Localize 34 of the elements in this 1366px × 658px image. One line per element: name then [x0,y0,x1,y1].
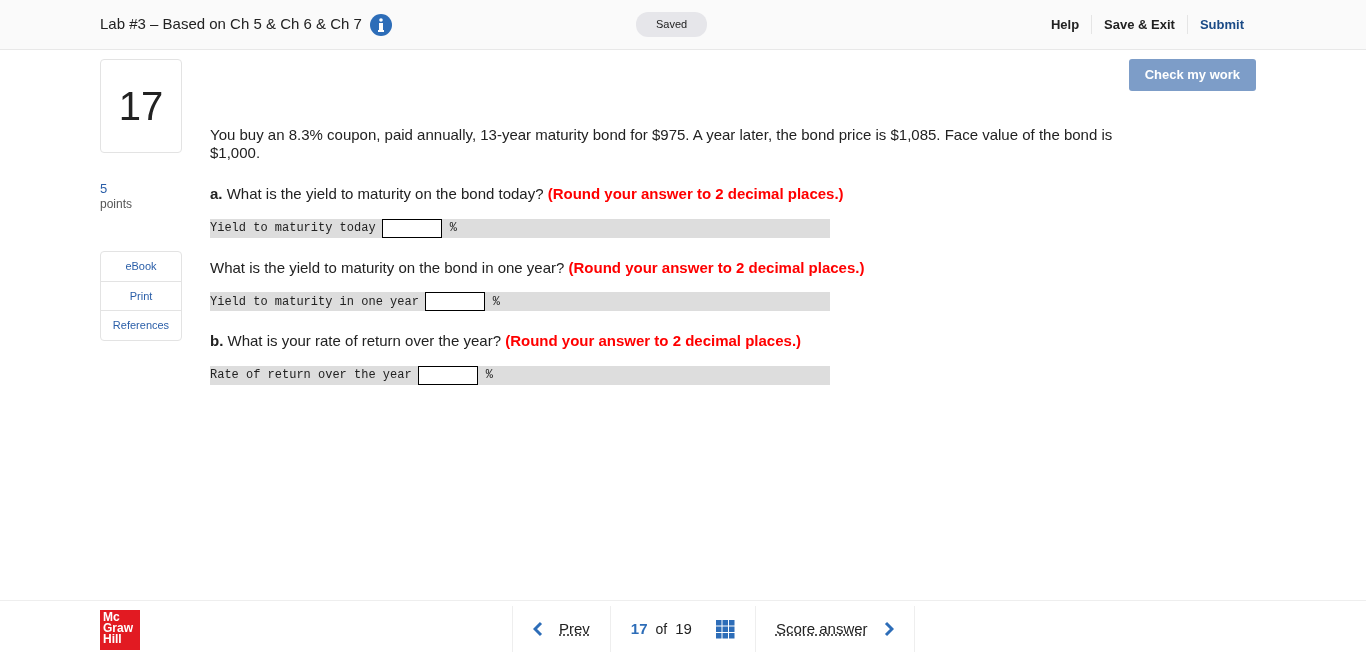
grid-icon[interactable] [715,619,735,639]
publisher-logo: Mc Graw Hill [100,609,140,650]
answer-field[interactable] [424,292,485,311]
answer-label: Rate of return over the year [210,367,412,384]
question-prompt: What is the yield to maturity on the bond in one year? (Round your answer to 2 decimal places.) [210,257,866,278]
answer-label: Yield to maturity in one year [210,293,419,311]
question-prompt: b. What is your rate of return over the year? (Round your answer to 2 decimal places.) [210,331,803,351]
header-link[interactable]: Save & Exit [1091,14,1187,35]
unit-label: % [485,367,493,384]
points-label: points [100,196,134,213]
resource-link[interactable]: Print [101,280,181,310]
save-status: Saved [636,12,708,37]
header-link[interactable]: Help [1038,14,1092,35]
current-question: 17 [630,618,648,639]
header-link[interactable]: Submit [1186,14,1256,35]
points-value: 5 [100,182,109,195]
resource-link[interactable]: References [101,310,181,340]
assignment-title: Lab #3 – Based on Ch 5 & Ch 6 & Ch 7 [100,14,362,35]
answer-field[interactable] [417,365,478,385]
answer-label: Yield to maturity today [210,220,376,237]
prev-link[interactable]: Prev [559,617,590,641]
unit-label: % [492,293,501,311]
question-total: 19 [675,618,692,639]
question-prompt: a. What is the yield to maturity on the bond today? (Round your answer to 2 decimal places.) [210,184,845,204]
chevron-right-icon[interactable] [883,621,894,637]
info-icon[interactable] [369,13,392,36]
chevron-left-icon[interactable] [533,621,543,637]
of-label: of [655,619,668,639]
answer-field[interactable] [381,218,442,238]
question-number: 17 [100,59,182,153]
resource-link[interactable]: eBook [101,252,181,281]
unit-label: % [449,220,457,237]
score-answer-link[interactable]: Score answer [775,617,868,641]
question-text: You buy an 8.3% coupon, paid annually, 13-year maturity bond for $975. A year later, the bond price is $1,085. Face value of the bond is $1,000. [210,125,1114,163]
